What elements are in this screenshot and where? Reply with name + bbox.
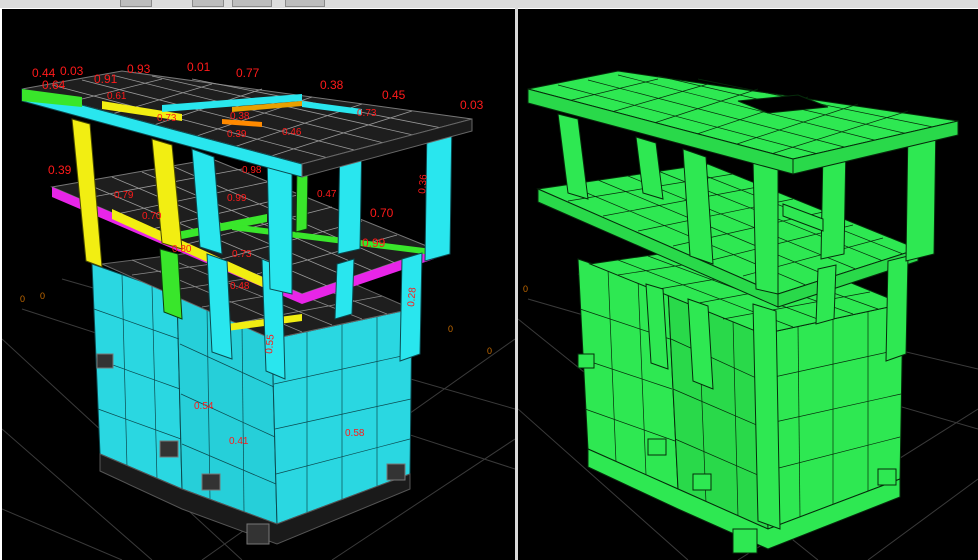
- ratio-label: 0.55: [264, 333, 277, 354]
- ratio-label: 0.36: [417, 173, 430, 194]
- ratio-label: 0.80: [172, 244, 192, 255]
- column: [815, 264, 837, 325]
- column-cyan: [334, 258, 355, 320]
- toolbar-tab[interactable]: [120, 0, 152, 7]
- ratio-label: 0.28: [406, 286, 419, 307]
- axis-marker: 0: [487, 346, 492, 356]
- window-top-strip: [0, 0, 978, 8]
- ratio-label: 0.73: [157, 113, 177, 124]
- axis-marker: 0: [523, 284, 528, 294]
- viewport-right-model[interactable]: 0: [518, 9, 978, 560]
- ratio-label: 0.58: [345, 428, 365, 439]
- ratio-label: 0.98: [242, 165, 262, 176]
- ratio-label: 0.41: [229, 436, 249, 447]
- ratio-label: 0.61: [107, 91, 127, 102]
- ratio-label: 0.45: [382, 88, 406, 102]
- model-3d-left: 0 0 0 0 0.44 0.03 0.64 0.91 0.93 0.01 0.…: [2, 60, 515, 560]
- ratio-label: 0.99: [362, 236, 386, 250]
- toolbar-tab[interactable]: [192, 0, 224, 7]
- ratio-label: 0.48: [230, 281, 250, 292]
- ratio-label: 0.70: [142, 211, 162, 222]
- column: [752, 158, 779, 295]
- axis-marker: 0: [40, 291, 45, 301]
- ratio-label: 0.54: [194, 401, 214, 412]
- model-3d-right: 0: [518, 70, 978, 560]
- ratio-label: 0.03: [460, 98, 484, 112]
- ratio-label: 0.91: [94, 72, 118, 86]
- column: [885, 255, 909, 362]
- axis-marker: 0: [448, 324, 453, 334]
- ratio-label: 0.01: [187, 60, 211, 74]
- ratio-label: 0.47: [317, 189, 337, 200]
- axis-marker: 0: [20, 294, 25, 304]
- ratio-label: 0.93: [127, 62, 151, 76]
- column-cyan: [266, 153, 293, 295]
- ratio-label: 0.77: [236, 66, 260, 80]
- ratio-label: 0.64: [42, 78, 66, 92]
- ratio-label: 0.03: [60, 64, 84, 78]
- toolbar-tab[interactable]: [285, 0, 325, 7]
- ratio-label: 0.99: [227, 193, 247, 204]
- ratio-label: 0.46: [282, 127, 302, 138]
- ratio-label: 0.73: [357, 108, 377, 119]
- column: [752, 303, 781, 530]
- ratio-label: 0.39: [227, 129, 247, 140]
- ratio-label: 0.73: [232, 249, 252, 260]
- ratio-label: 0.38: [320, 78, 344, 92]
- ratio-label: 0.38: [230, 111, 250, 122]
- ratio-label: 0.70: [370, 206, 394, 220]
- viewport-left-stress-ratio[interactable]: 0 0 0 0 0.44 0.03 0.64 0.91 0.93 0.01 0.…: [2, 9, 515, 560]
- ratio-label: 0.79: [114, 190, 134, 201]
- ratio-label: 0.39: [48, 163, 72, 177]
- toolbar-tab[interactable]: [232, 0, 272, 7]
- column-green: [159, 248, 183, 320]
